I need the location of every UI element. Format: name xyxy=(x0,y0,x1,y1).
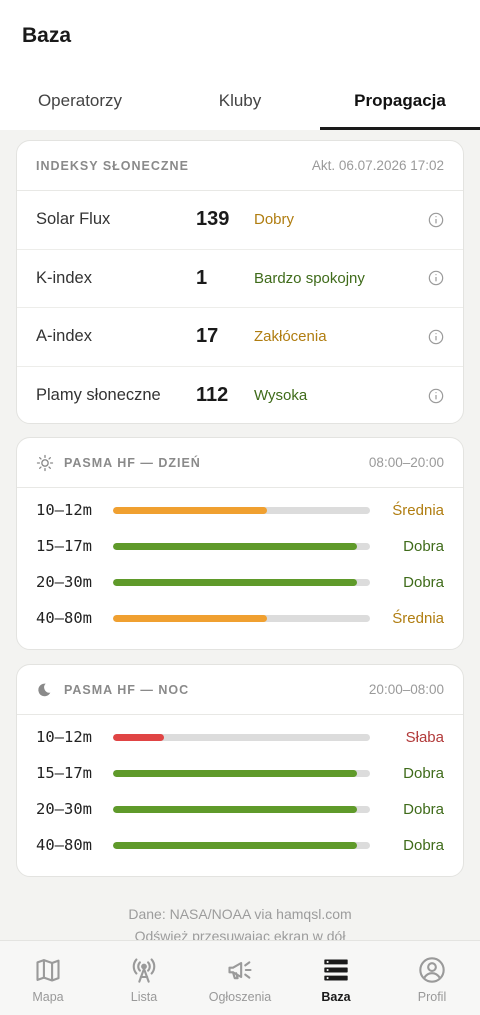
band-status: Średnia xyxy=(392,609,444,627)
solar-index-row: K-index 1 Bardzo spokojny xyxy=(17,250,463,308)
band-quality-fill xyxy=(113,841,358,849)
index-status: Zakłócenia xyxy=(254,328,327,346)
band-row: 10–12m Średnia xyxy=(36,492,444,528)
band-label: 40–80m xyxy=(36,609,92,627)
band-status: Dobra xyxy=(403,800,444,818)
info-icon[interactable] xyxy=(428,329,444,345)
index-value: 139 xyxy=(196,208,230,231)
band-label: 10–12m xyxy=(36,501,92,519)
nav-lista[interactable]: Lista xyxy=(96,941,192,1015)
index-status: Bardzo spokojny xyxy=(254,269,365,287)
hf-night-header: PASMA HF — NOC 20:00–08:00 xyxy=(17,665,463,715)
band-row: 10–12m Słaba xyxy=(36,719,444,755)
index-status: Wysoka xyxy=(254,387,308,405)
hf-night-title: PASMA HF — NOC xyxy=(64,682,190,697)
band-quality-bar xyxy=(113,841,370,849)
database-icon xyxy=(324,959,348,981)
band-label: 40–80m xyxy=(36,836,92,854)
info-icon[interactable] xyxy=(428,270,444,286)
index-value: 1 xyxy=(196,266,208,289)
band-row: 20–30m Dobra xyxy=(36,791,444,827)
band-row: 40–80m Średnia xyxy=(36,600,444,636)
nav-mapa[interactable]: Mapa xyxy=(0,941,96,1015)
tab-kluby[interactable]: Kluby xyxy=(160,76,320,130)
band-row: 15–17m Dobra xyxy=(36,755,444,791)
nav-profil[interactable]: Profil xyxy=(384,941,480,1015)
map-icon xyxy=(36,959,60,982)
band-quality-bar xyxy=(113,614,370,622)
nav-label: Mapa xyxy=(32,990,64,1004)
band-quality-fill xyxy=(113,542,358,550)
band-quality-fill xyxy=(113,614,268,622)
index-label: A-index xyxy=(36,327,92,346)
profile-icon xyxy=(419,957,445,983)
band-status: Dobra xyxy=(403,836,444,854)
index-status: Dobry xyxy=(254,211,295,229)
info-icon[interactable] xyxy=(428,388,444,404)
band-status: Dobra xyxy=(403,573,444,591)
megaphone-icon xyxy=(228,961,252,980)
band-quality-fill xyxy=(113,805,358,813)
band-quality-bar xyxy=(113,733,370,741)
solar-index-row: Solar Flux 139 Dobry xyxy=(17,191,463,250)
band-status: Dobra xyxy=(403,537,444,555)
bottom-navigation: Mapa Lista Ogłoszenia Baza Profil xyxy=(0,940,480,1015)
data-source-text: Dane: NASA/NOAA via hamqsl.com xyxy=(128,906,352,922)
band-quality-fill xyxy=(113,578,358,586)
band-quality-bar xyxy=(113,506,370,514)
updated-timestamp: Akt. 06.07.2026 17:02 xyxy=(311,158,444,173)
index-value: 112 xyxy=(196,384,229,407)
band-label: 20–30m xyxy=(36,573,92,591)
solar-indices-card: INDEKSY SŁONECZNE Akt. 06.07.2026 17:02 … xyxy=(16,140,464,424)
band-label: 20–30m xyxy=(36,800,92,818)
band-label: 15–17m xyxy=(36,537,92,555)
nav-baza[interactable]: Baza xyxy=(288,941,384,1015)
nav-ogloszenia[interactable]: Ogłoszenia xyxy=(192,941,288,1015)
antenna-icon xyxy=(132,958,156,983)
band-quality-bar xyxy=(113,805,370,813)
solar-index-row: Plamy słoneczne 112 Wysoka xyxy=(17,367,463,424)
top-bar: Baza Operatorzy Kluby Propagacja xyxy=(0,0,480,130)
nav-label: Baza xyxy=(321,990,351,1004)
band-label: 15–17m xyxy=(36,764,92,782)
band-quality-bar xyxy=(113,542,370,550)
solar-indices-header: INDEKSY SŁONECZNE Akt. 06.07.2026 17:02 xyxy=(17,141,463,191)
nav-label: Lista xyxy=(130,990,158,1004)
info-icon[interactable] xyxy=(428,212,444,228)
tab-bar: Operatorzy Kluby Propagacja xyxy=(0,76,480,130)
page-title: Baza xyxy=(22,24,72,47)
band-quality-bar xyxy=(113,769,370,777)
band-quality-fill xyxy=(113,769,358,777)
hf-night-card: PASMA HF — NOC 20:00–08:00 10–12m Słaba 15… xyxy=(16,664,464,877)
band-quality-fill xyxy=(113,733,165,741)
band-label: 10–12m xyxy=(36,728,92,746)
nav-label: Profil xyxy=(417,990,447,1004)
hf-day-title: PASMA HF — DZIEŃ xyxy=(64,455,201,470)
band-quality-bar xyxy=(113,578,370,586)
solar-indices-title: INDEKSY SŁONECZNE xyxy=(36,158,189,173)
index-label: Plamy słoneczne xyxy=(36,386,161,405)
band-row: 40–80m Dobra xyxy=(36,827,444,863)
band-status: Dobra xyxy=(403,764,444,782)
hf-night-hours: 20:00–08:00 xyxy=(368,682,444,697)
index-value: 17 xyxy=(196,325,219,348)
solar-index-row: A-index 17 Zakłócenia xyxy=(17,308,463,367)
tab-operatorzy[interactable]: Operatorzy xyxy=(0,76,160,130)
index-label: K-index xyxy=(36,268,92,287)
hf-day-header: PASMA HF — DZIEŃ 08:00–20:00 xyxy=(17,438,463,488)
band-status: Średnia xyxy=(392,501,444,519)
band-row: 15–17m Dobra xyxy=(36,528,444,564)
band-status: Słaba xyxy=(405,728,444,746)
nav-label: Ogłoszenia xyxy=(208,990,272,1004)
sun-icon xyxy=(36,453,56,473)
hf-day-hours: 08:00–20:00 xyxy=(368,455,444,470)
moon-icon xyxy=(36,680,56,700)
hf-day-card: PASMA HF — DZIEŃ 08:00–20:00 10–12m Średn… xyxy=(16,437,464,650)
index-label: Solar Flux xyxy=(36,210,111,229)
band-quality-fill xyxy=(113,506,268,514)
tab-propagacja[interactable]: Propagacja xyxy=(320,76,480,130)
band-row: 20–30m Dobra xyxy=(36,564,444,600)
